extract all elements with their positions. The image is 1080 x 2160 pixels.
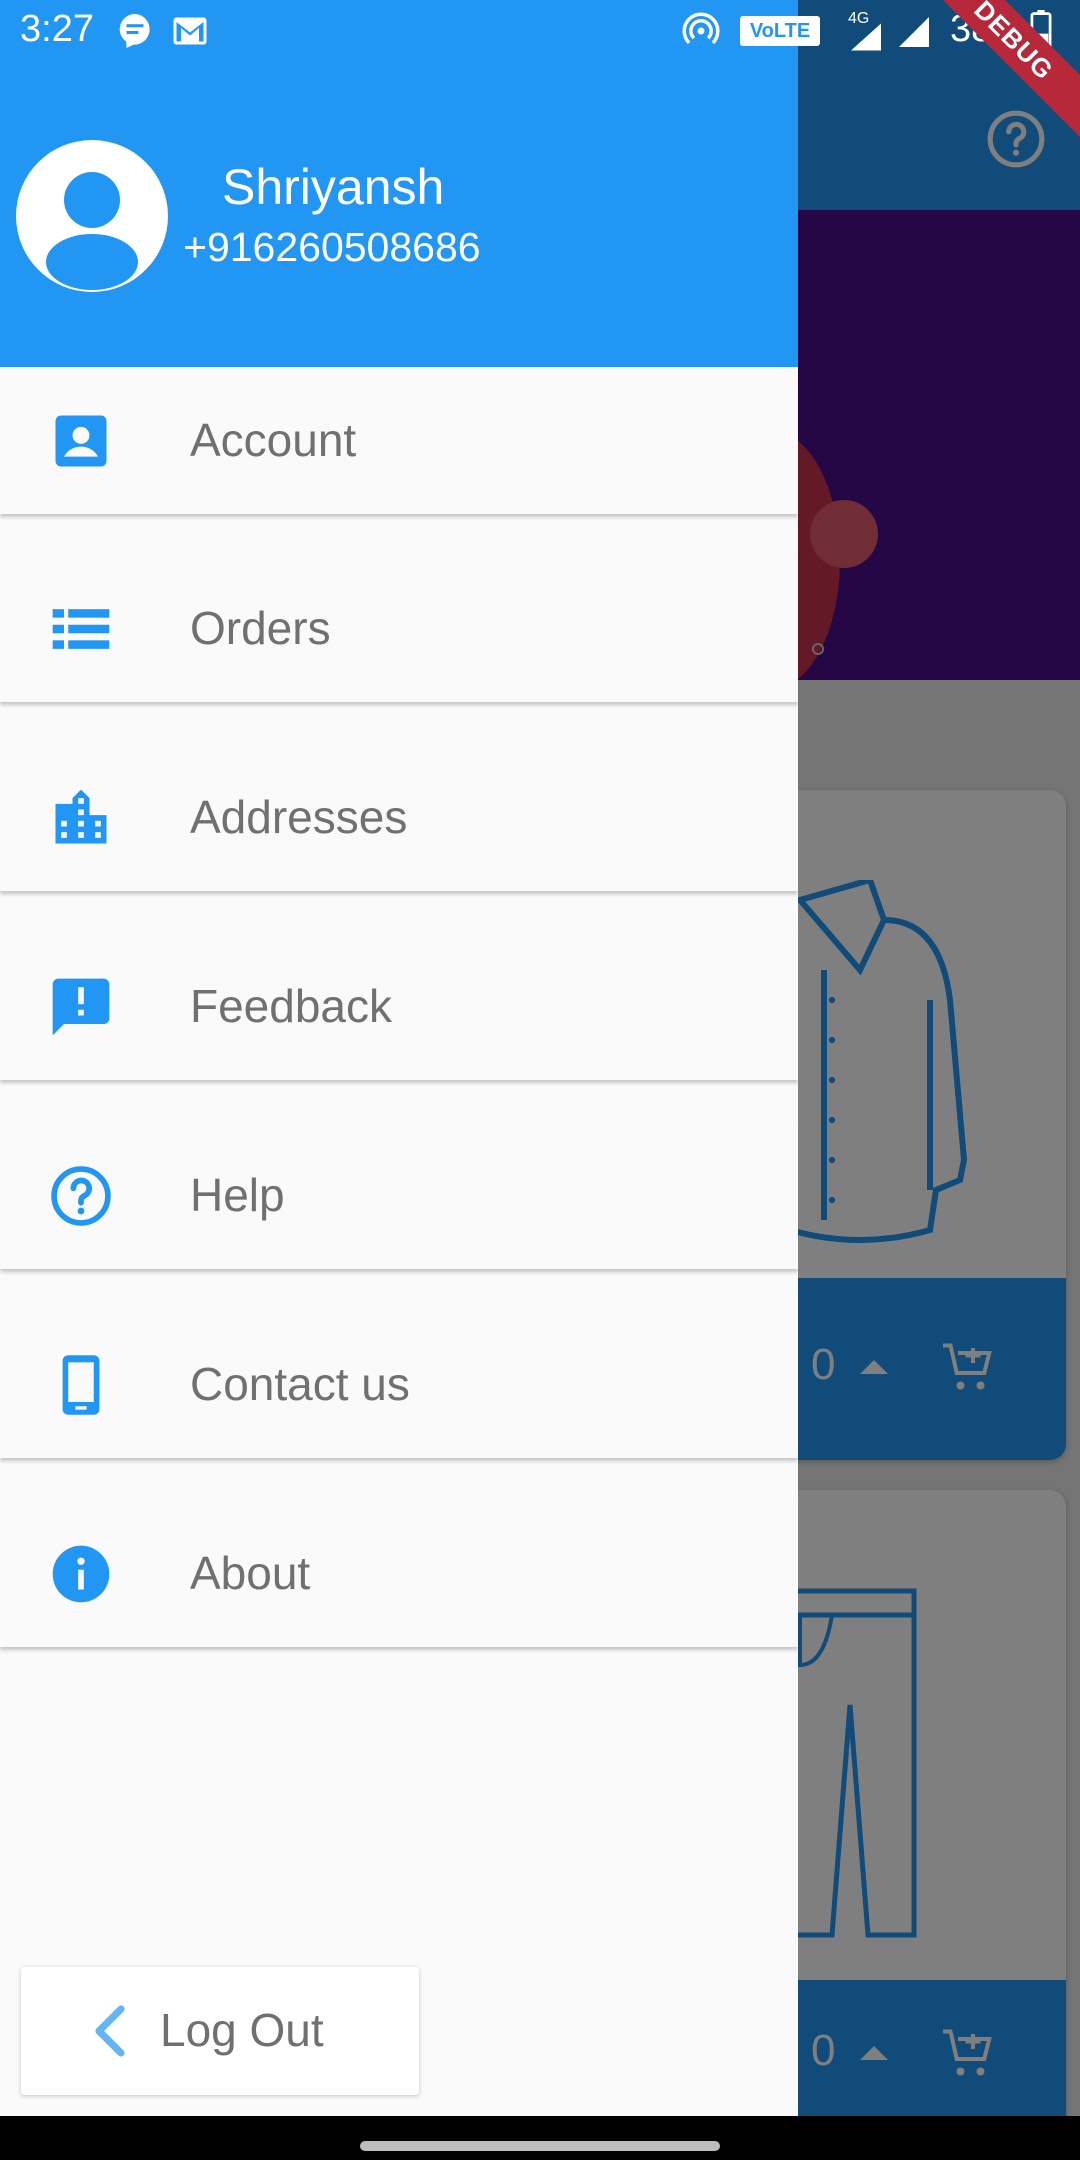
- user-phone: +916260508686: [183, 224, 481, 270]
- menu-item-label: Help: [190, 1169, 285, 1221]
- chevron-left-icon: [95, 2005, 125, 2057]
- menu-item-account[interactable]: Account: [0, 367, 798, 514]
- user-name: Shriyansh: [222, 159, 445, 215]
- home-gesture-handle[interactable]: [360, 2141, 720, 2151]
- navigation-drawer: Shriyansh +916260508686 Account Orders A…: [0, 0, 798, 2116]
- menu-item-about[interactable]: About: [0, 1500, 798, 1647]
- help-outline-icon: [51, 1166, 111, 1226]
- logout-label: Log Out: [160, 2004, 324, 2056]
- system-nav-bar: [0, 2116, 1080, 2160]
- menu-item-addresses[interactable]: Addresses: [0, 744, 798, 891]
- signal-icon: [899, 17, 929, 47]
- signal-icon: [851, 23, 881, 51]
- menu-item-label: Feedback: [190, 980, 393, 1032]
- person-icon: [46, 172, 138, 290]
- feedback-icon: [52, 978, 110, 1036]
- avatar[interactable]: [16, 140, 168, 292]
- logout-button[interactable]: Log Out: [21, 1967, 419, 2095]
- gmail-icon: [173, 17, 207, 45]
- menu-item-feedback[interactable]: Feedback: [0, 933, 798, 1080]
- chat-notification-icon: [119, 14, 150, 48]
- menu-item-label: Account: [190, 414, 357, 466]
- location-city-icon: [55, 789, 107, 844]
- status-time: 3:27: [20, 8, 94, 50]
- status-bar: 3:27 VoLTE 4G 38%: [0, 0, 1080, 63]
- menu-item-label: Orders: [190, 602, 331, 654]
- account-box-icon: [55, 415, 107, 467]
- list-icon: [52, 609, 110, 649]
- menu-item-orders[interactable]: Orders: [0, 555, 798, 702]
- info-icon: [52, 1545, 110, 1603]
- menu-item-label: About: [190, 1547, 311, 1599]
- volte-icon: VoLTE: [740, 16, 820, 46]
- menu-item-help[interactable]: Help: [0, 1122, 798, 1269]
- menu-item-label: Contact us: [190, 1358, 410, 1410]
- menu-item-contact-us[interactable]: Contact us: [0, 1311, 798, 1458]
- phone-android-icon: [62, 1355, 100, 1415]
- menu-item-label: Addresses: [190, 791, 408, 843]
- hotspot-icon: [682, 12, 720, 45]
